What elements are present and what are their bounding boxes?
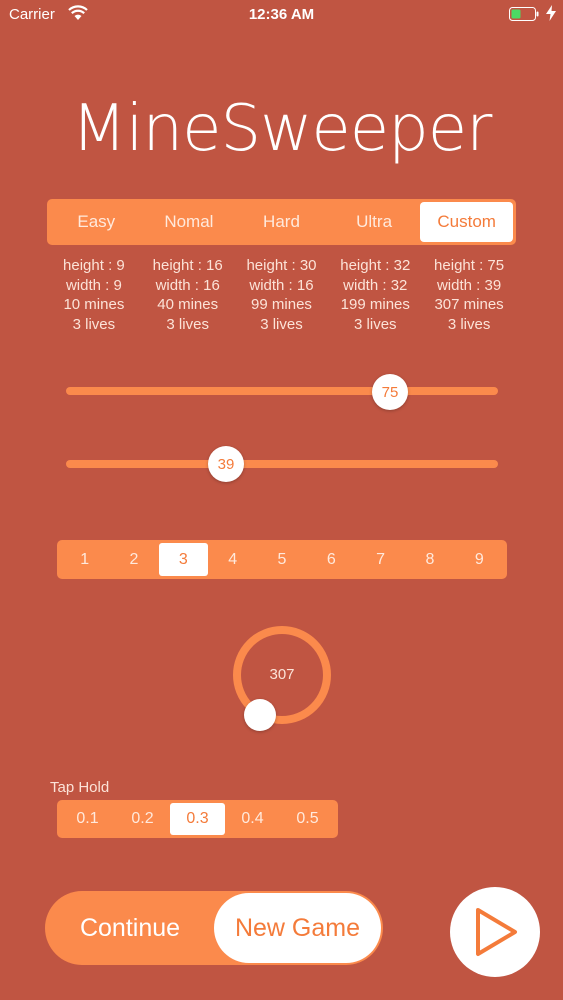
- level-width: width : 9: [65, 276, 122, 294]
- lives-option[interactable]: 9: [455, 543, 504, 576]
- level-lives: 3 lives: [72, 315, 116, 333]
- tap-hold-selector: 0.1 0.2 0.3 0.4 0.5: [57, 800, 338, 838]
- level-mines: 40 mines: [157, 296, 219, 313]
- lives-option[interactable]: 5: [257, 543, 306, 576]
- level-lives: 3 lives: [354, 315, 397, 333]
- lives-option-selected[interactable]: 3: [158, 543, 208, 576]
- level-height: height : 16: [152, 257, 223, 274]
- level-lives: 3 lives: [260, 315, 303, 333]
- level-mines: 307 mines: [434, 296, 504, 313]
- level-info-ultra: height : 32 width : 32 199 mines 3 lives: [328, 256, 422, 334]
- level-height: height : 9: [63, 257, 125, 274]
- width-slider-track[interactable]: [66, 460, 498, 468]
- level-width: width : 16: [249, 276, 314, 294]
- lives-option[interactable]: 7: [356, 543, 405, 576]
- new-game-button[interactable]: New Game: [214, 893, 381, 963]
- difficulty-normal[interactable]: Nomal: [143, 202, 236, 242]
- lives-option[interactable]: 2: [109, 543, 158, 576]
- level-info-row: height : 9 width : 9 10 mines 3 lives he…: [47, 256, 516, 334]
- play-button[interactable]: [450, 887, 540, 977]
- mines-dial-value: 307: [269, 666, 295, 683]
- level-mines: 99 mines: [251, 296, 312, 313]
- level-width: width : 16: [155, 276, 220, 294]
- level-mines: 10 mines: [63, 296, 125, 313]
- tap-hold-option[interactable]: 0.5: [280, 803, 335, 835]
- level-width: width : 39: [436, 276, 502, 294]
- lives-option[interactable]: 1: [60, 543, 109, 576]
- lives-option[interactable]: 4: [208, 543, 257, 576]
- difficulty-easy[interactable]: Easy: [50, 202, 143, 242]
- height-slider-thumb[interactable]: 75: [372, 374, 408, 410]
- level-info-custom: height : 75 width : 39 307 mines 3 lives: [422, 256, 516, 334]
- level-height: height : 32: [340, 257, 411, 274]
- tap-hold-option[interactable]: 0.4: [225, 803, 280, 835]
- difficulty-custom[interactable]: Custom: [420, 202, 513, 242]
- lives-selector: 1 2 3 4 5 6 7 8 9: [57, 540, 507, 579]
- continue-button[interactable]: Continue: [45, 891, 215, 965]
- difficulty-hard[interactable]: Hard: [235, 202, 328, 242]
- tap-hold-option[interactable]: 0.2: [115, 803, 170, 835]
- level-height: height : 75: [434, 257, 505, 274]
- charging-icon: [546, 5, 556, 21]
- mines-dial-thumb[interactable]: [244, 699, 276, 731]
- level-mines: 199 mines: [340, 296, 410, 313]
- width-slider-thumb[interactable]: 39: [208, 446, 244, 482]
- status-bar: Carrier 12:36 AM: [0, 0, 563, 30]
- tap-hold-option[interactable]: 0.1: [60, 803, 115, 835]
- level-height: height : 30: [246, 257, 317, 274]
- level-width: width : 32: [343, 276, 408, 294]
- clock: 12:36 AM: [248, 6, 315, 23]
- level-info-easy: height : 9 width : 9 10 mines 3 lives: [47, 256, 141, 334]
- level-lives: 3 lives: [447, 315, 491, 333]
- tap-hold-option-selected[interactable]: 0.3: [170, 803, 225, 835]
- play-icon: [476, 908, 517, 956]
- lives-option[interactable]: 6: [307, 543, 356, 576]
- difficulty-ultra[interactable]: Ultra: [328, 202, 421, 242]
- lives-option[interactable]: 8: [405, 543, 454, 576]
- game-mode-toggle: Continue New Game: [45, 891, 383, 965]
- level-info-hard: height : 30 width : 16 99 mines 3 lives: [235, 256, 329, 334]
- app-title: MineSweeper: [71, 92, 493, 166]
- height-slider-track[interactable]: [66, 387, 498, 395]
- level-lives: 3 lives: [166, 315, 209, 333]
- level-info-normal: height : 16 width : 16 40 mines 3 lives: [141, 256, 235, 334]
- difficulty-selector: Easy Nomal Hard Ultra Custom: [47, 199, 516, 245]
- tap-hold-label: Tap Hold: [50, 779, 110, 796]
- battery-icon: [509, 7, 539, 21]
